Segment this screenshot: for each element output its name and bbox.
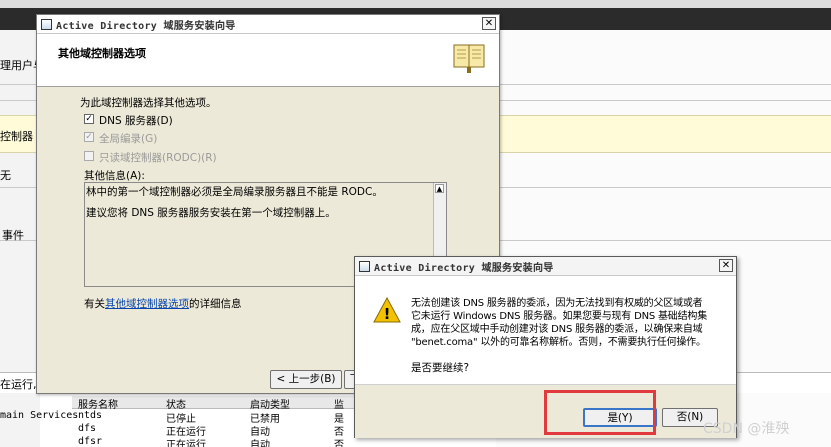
close-icon[interactable]: ✕ (719, 259, 733, 272)
alert-message: 无法创建该 DNS 服务器的委派，因为无法找到有权威的父区域或者它未运行 Win… (411, 298, 707, 348)
wizard-title-bar[interactable]: Active Directory 域服务安装向导 ✕ (37, 15, 499, 34)
table-row[interactable]: main Services ntds 已停止 已禁用 是 (0, 410, 360, 425)
dns-server-checkbox[interactable]: ✓ (84, 114, 94, 124)
background-top-strip (0, 0, 831, 8)
alert-title-bar[interactable]: Active Directory 域服务安装向导 ✕ (355, 257, 736, 276)
left-nav-item[interactable]: 控制器 (0, 128, 33, 144)
column-header[interactable]: 服务名称 (78, 396, 118, 411)
services-table-body: main Services ntds 已停止 已禁用 是 dfs 正在运行 自动… (0, 410, 360, 447)
global-catalog-label: 全局编录(G) (99, 133, 158, 145)
services-table-header: 服务名称 状态 启动类型 监 (72, 396, 372, 411)
rodc-label: 只读域控制器(RODC)(R) (99, 152, 217, 164)
scroll-up-icon[interactable]: ▲ (435, 184, 444, 193)
column-header[interactable]: 启动类型 (250, 396, 290, 411)
app-window-icon (359, 260, 370, 272)
watermark: CSDN @淮殃 (703, 421, 790, 437)
info-label: 其他信息(A): (84, 170, 145, 182)
app-window-icon (41, 18, 52, 30)
table-row[interactable]: dfsr 正在运行 自动 否 (0, 436, 360, 447)
page-title: 其他域控制器选项 (58, 47, 146, 60)
dns-server-label[interactable]: DNS 服务器(D) (99, 113, 173, 128)
global-catalog-checkbox: ✓ (84, 132, 94, 142)
wizard-title: Active Directory 域服务安装向导 (56, 20, 236, 32)
book-icon (453, 44, 485, 73)
red-highlight-box (544, 390, 656, 435)
info-line: 建议您将 DNS 服务器服务安装在第一个域控制器上。 (86, 207, 336, 219)
table-row[interactable]: dfs 正在运行 自动 否 (0, 423, 360, 438)
options-prompt: 为此域控制器选择其他选项。 (80, 97, 217, 109)
back-button[interactable]: < 上一步(B) (270, 370, 342, 389)
more-options-link[interactable]: 其他域控制器选项 (105, 298, 189, 310)
left-nav-item[interactable]: 事件 (2, 227, 24, 243)
more-info-text: 有关其他域控制器选项的详细信息 (84, 298, 242, 310)
left-nav-item: 无 (0, 169, 11, 182)
column-header[interactable]: 状态 (166, 396, 186, 411)
info-line: 林中的第一个域控制器必须是全局编录服务器且不能是 RODC。 (86, 186, 383, 198)
rodc-checkbox (84, 151, 94, 161)
alert-question: 是否要继续? (411, 362, 470, 374)
status-text: 在运行, (0, 378, 37, 391)
close-icon[interactable]: ✕ (482, 17, 496, 30)
svg-text:!: ! (384, 305, 391, 323)
alert-title: Active Directory 域服务安装向导 (374, 262, 554, 274)
warning-icon: ! (373, 297, 401, 323)
wizard-header: 其他域控制器选项 (37, 34, 499, 87)
column-header[interactable]: 监 (334, 396, 344, 411)
